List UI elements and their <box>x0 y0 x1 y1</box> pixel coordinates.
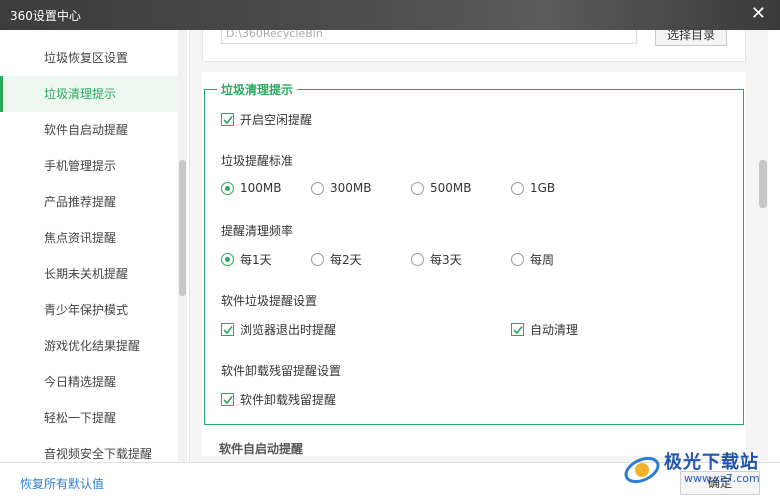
enable-idle-checkbox[interactable]: 开启空闲提醒 <box>221 111 312 128</box>
sidebar-item-label: 今日精选提醒 <box>44 375 117 389</box>
watermark-text: 极光下载站 <box>664 452 759 473</box>
radio-label: 300MB <box>330 181 372 195</box>
radio-icon <box>411 253 424 266</box>
frequency-heading: 提醒清理频率 <box>221 224 294 238</box>
radio-500mb[interactable]: 500MB <box>411 181 472 195</box>
radio-300mb[interactable]: 300MB <box>311 181 372 195</box>
radio-label: 每2天 <box>330 253 362 267</box>
autostart-section-heading: 软件自启动提醒 <box>219 442 304 456</box>
sidebar-item-shutdown[interactable]: 长期未关机提醒 <box>0 256 178 292</box>
standard-heading: 垃圾提醒标准 <box>221 154 294 168</box>
sidebar-item-label: 软件自启动提醒 <box>44 123 129 137</box>
sidebar-item-label: 游戏优化结果提醒 <box>44 339 141 353</box>
radio-selected-icon <box>221 181 234 195</box>
radio-icon <box>411 181 424 195</box>
radio-icon <box>511 181 524 195</box>
sidebar-item-label: 产品推荐提醒 <box>44 195 117 209</box>
restore-defaults-link[interactable]: 恢复所有默认值 <box>20 475 104 492</box>
uninstall-residual-checkbox[interactable]: 软件卸载残留提醒 <box>221 391 336 408</box>
choose-directory-button[interactable]: 选择目录 <box>655 30 727 46</box>
radio-label: 100MB <box>240 181 282 195</box>
sidebar-item-autostart[interactable]: 软件自启动提醒 <box>0 112 178 148</box>
checkbox-checked-icon <box>511 323 524 336</box>
cleanup-group: 垃圾清理提示 开启空闲提醒 垃圾提醒标准 100MB 300MB 500MB 1… <box>204 81 744 425</box>
checkbox-checked-icon <box>221 393 234 406</box>
cleanup-panel: 垃圾清理提示 开启空闲提醒 垃圾提醒标准 100MB 300MB 500MB 1… <box>202 72 746 456</box>
title-bar: 360设置中心 ✕ <box>0 0 780 30</box>
sidebar-item-label: 轻松一下提醒 <box>44 411 117 425</box>
window-title: 360设置中心 <box>10 9 81 23</box>
checkbox-label: 开启空闲提醒 <box>240 113 313 127</box>
watermark-logo-icon <box>624 456 660 484</box>
checkbox-label: 自动清理 <box>530 323 579 337</box>
checkbox-label: 浏览器退出时提醒 <box>240 323 337 337</box>
sidebar-item-cleanup-tip[interactable]: 垃圾清理提示 <box>0 76 178 112</box>
checkbox-checked-icon <box>221 113 234 126</box>
checkbox-checked-icon <box>221 323 234 336</box>
radio-1gb[interactable]: 1GB <box>511 181 555 195</box>
sidebar: 垃圾恢复区设置 垃圾清理提示 软件自启动提醒 手机管理提示 产品推荐提醒 焦点资… <box>0 30 189 462</box>
sidebar-item-label: 焦点资讯提醒 <box>44 231 117 245</box>
sidebar-scroll-thumb[interactable] <box>179 160 186 296</box>
radio-every-1-day[interactable]: 每1天 <box>221 251 272 268</box>
radio-selected-icon <box>221 253 234 266</box>
sidebar-item-teen[interactable]: 青少年保护模式 <box>0 292 178 328</box>
radio-icon <box>511 253 524 266</box>
checkbox-label: 软件卸载残留提醒 <box>240 393 337 407</box>
sidebar-item-recycle-settings[interactable]: 垃圾恢复区设置 <box>0 40 178 76</box>
watermark-url: www.xz7.com <box>684 472 760 485</box>
sidebar-item-label: 音视频安全下载提醒 <box>44 447 153 461</box>
sidebar-item-label: 垃圾恢复区设置 <box>44 51 129 65</box>
radio-icon <box>311 253 324 266</box>
sidebar-item-relax[interactable]: 轻松一下提醒 <box>0 400 178 436</box>
uninstall-heading: 软件卸载残留提醒设置 <box>221 364 342 378</box>
radio-label: 每3天 <box>430 253 462 267</box>
settings-content: D:\360RecycleBin 选择目录 垃圾清理提示 开启空闲提醒 垃圾提醒… <box>190 30 758 462</box>
sidebar-item-label: 长期未关机提醒 <box>44 267 129 281</box>
sidebar-item-av-download[interactable]: 音视频安全下载提醒 <box>0 436 178 462</box>
sidebar-item-daily[interactable]: 今日精选提醒 <box>0 364 178 400</box>
browser-exit-checkbox[interactable]: 浏览器退出时提醒 <box>221 321 336 338</box>
sidebar-item-product[interactable]: 产品推荐提醒 <box>0 184 178 220</box>
close-icon[interactable]: ✕ <box>751 4 766 24</box>
recycle-panel: D:\360RecycleBin 选择目录 <box>202 30 746 62</box>
radio-label: 500MB <box>430 181 472 195</box>
group-title: 垃圾清理提示 <box>217 81 298 98</box>
software-junk-heading: 软件垃圾提醒设置 <box>221 294 318 308</box>
sidebar-scrollbar[interactable] <box>178 30 187 462</box>
sidebar-item-label: 青少年保护模式 <box>44 303 129 317</box>
radio-icon <box>311 181 324 195</box>
sidebar-item-game[interactable]: 游戏优化结果提醒 <box>0 328 178 364</box>
radio-label: 每1天 <box>240 253 272 267</box>
sidebar-item-label: 手机管理提示 <box>44 159 117 173</box>
radio-weekly[interactable]: 每周 <box>511 251 554 268</box>
recycle-path-input[interactable]: D:\360RecycleBin <box>221 30 637 44</box>
content-scrollbar[interactable] <box>758 30 768 462</box>
radio-label: 每周 <box>530 253 555 267</box>
sidebar-item-label: 垃圾清理提示 <box>44 87 117 101</box>
radio-label: 1GB <box>530 181 556 195</box>
auto-clean-checkbox[interactable]: 自动清理 <box>511 321 578 338</box>
sidebar-item-news[interactable]: 焦点资讯提醒 <box>0 220 178 256</box>
watermark: 极光下载站 www.xz7.com <box>620 446 780 496</box>
radio-every-2-days[interactable]: 每2天 <box>311 251 362 268</box>
radio-100mb[interactable]: 100MB <box>221 181 282 195</box>
sidebar-item-phone[interactable]: 手机管理提示 <box>0 148 178 184</box>
radio-every-3-days[interactable]: 每3天 <box>411 251 462 268</box>
content-scroll-thumb[interactable] <box>759 160 767 208</box>
